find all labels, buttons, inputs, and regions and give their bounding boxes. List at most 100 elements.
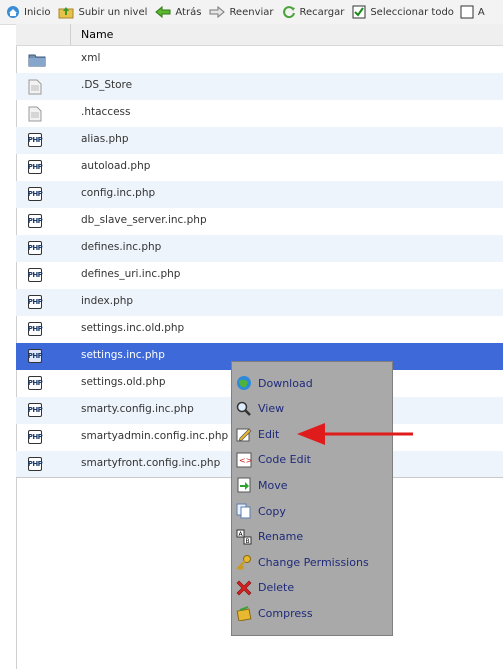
svg-text:B: B	[246, 538, 250, 545]
up-level-button[interactable]: Subir un nivel	[58, 5, 147, 19]
php-file-icon: PHP	[28, 403, 43, 417]
table-row[interactable]: xml	[16, 46, 503, 73]
forward-label: Reenviar	[229, 6, 274, 18]
php-badge: PHP	[28, 241, 43, 255]
folder-icon	[28, 52, 46, 71]
table-row[interactable]: PHP autoload.php	[16, 154, 503, 181]
php-badge: PHP	[28, 295, 43, 309]
menu-item-delete[interactable]: Delete	[234, 577, 390, 599]
php-badge: PHP	[28, 214, 43, 228]
file-name: .DS_Store	[81, 79, 133, 91]
home-icon	[7, 6, 19, 18]
php-file-icon: PHP	[28, 214, 43, 228]
php-file-icon: PHP	[28, 268, 43, 282]
table-row[interactable]: PHP config.inc.php	[16, 181, 503, 208]
forward-button[interactable]: Reenviar	[209, 6, 274, 18]
forward-arrow-icon	[209, 6, 226, 18]
table-header: Name	[16, 24, 503, 46]
file-name: alias.php	[81, 133, 129, 145]
file-name: smartyfront.config.inc.php	[81, 457, 221, 469]
php-file-icon: PHP	[28, 241, 43, 255]
file-name: config.inc.php	[81, 187, 156, 199]
download-icon	[234, 373, 254, 393]
select-all-label: Seleccionar todo	[370, 6, 454, 18]
home-label: Inicio	[24, 6, 51, 18]
menu-item-label: Edit	[258, 427, 280, 441]
compress-icon	[234, 603, 254, 623]
menu-item-label: Code Edit	[258, 453, 311, 467]
file-name: .htaccess	[81, 106, 131, 118]
edit-icon	[234, 424, 254, 444]
php-file-icon: PHP	[28, 349, 43, 363]
home-button[interactable]: Inicio	[6, 5, 50, 19]
back-arrow-icon	[155, 6, 171, 18]
key-icon	[234, 552, 254, 572]
file-name: smartyadmin.config.inc.php	[81, 430, 229, 442]
menu-item-label: View	[258, 402, 285, 416]
toolbar: Inicio Subir un nivel Atrás Reenviar Rec…	[0, 0, 503, 25]
reload-label: Recargar	[299, 6, 345, 18]
rename-icon: AB	[234, 527, 254, 547]
annotation-arrow-icon	[297, 423, 413, 445]
menu-item-label: Compress	[258, 606, 313, 620]
file-name: settings.inc.old.php	[81, 322, 185, 334]
php-badge: PHP	[28, 349, 43, 363]
table-row[interactable]: PHP settings.inc.old.php	[16, 316, 503, 343]
menu-item-code-edit[interactable]: <> Code Edit	[234, 449, 390, 471]
menu-item-move[interactable]: Move	[234, 474, 390, 496]
reload-button[interactable]: Recargar	[282, 5, 345, 19]
delete-icon	[234, 578, 254, 598]
file-name: autoload.php	[81, 160, 151, 172]
up-level-label: Subir un nivel	[78, 6, 148, 18]
php-badge: PHP	[28, 430, 43, 444]
php-badge: PHP	[28, 457, 43, 471]
file-name: settings.old.php	[81, 376, 166, 388]
folder-up-icon	[58, 7, 74, 19]
menu-item-download[interactable]: Download	[234, 372, 390, 394]
file-name: smarty.config.inc.php	[81, 403, 194, 415]
menu-item-change-permissions[interactable]: Change Permissions	[234, 551, 390, 573]
checkbox-icon	[352, 5, 366, 19]
file-name: xml	[81, 52, 101, 64]
php-badge: PHP	[28, 268, 43, 282]
menu-item-label: Delete	[258, 581, 295, 595]
select-all-button[interactable]: Seleccionar todo	[352, 5, 454, 19]
table-row[interactable]: .htaccess	[16, 100, 503, 127]
table-row[interactable]: .DS_Store	[16, 73, 503, 100]
file-icon	[28, 79, 42, 99]
php-file-icon: PHP	[28, 376, 43, 390]
reload-icon	[282, 6, 295, 19]
empty-checkbox-icon	[460, 5, 474, 19]
menu-item-copy[interactable]: Copy	[234, 500, 390, 522]
php-badge: PHP	[28, 376, 43, 390]
menu-item-label: Change Permissions	[258, 555, 369, 569]
truncated-toolbar-button[interactable]: A	[460, 5, 485, 19]
table-row[interactable]: PHP db_slave_server.inc.php	[16, 208, 503, 235]
table-row[interactable]: PHP defines.inc.php	[16, 235, 503, 262]
table-row[interactable]: PHP defines_uri.inc.php	[16, 262, 503, 289]
php-file-icon: PHP	[28, 430, 43, 444]
php-badge: PHP	[28, 322, 43, 336]
menu-item-label: Move	[258, 478, 288, 492]
move-icon	[234, 475, 254, 495]
php-file-icon: PHP	[28, 322, 43, 336]
column-header-name[interactable]: Name	[81, 28, 113, 41]
copy-icon	[234, 501, 254, 521]
table-row[interactable]: PHP index.php	[16, 289, 503, 316]
php-badge: PHP	[28, 187, 43, 201]
header-divider	[70, 24, 71, 45]
menu-item-rename[interactable]: A B Rename	[234, 526, 390, 548]
php-file-icon: PHP	[28, 295, 43, 309]
file-name: db_slave_server.inc.php	[81, 214, 207, 226]
table-row[interactable]: PHP alias.php	[16, 127, 503, 154]
svg-text:<>: <>	[239, 456, 252, 465]
back-button[interactable]: Atrás	[155, 6, 201, 18]
magnifier-icon	[234, 399, 254, 419]
menu-item-view[interactable]: View	[234, 398, 390, 420]
menu-item-label: Copy	[258, 504, 286, 518]
context-menu: Download View Edit <> Code Edit Move Copy A B Ren…	[231, 361, 393, 636]
file-name: settings.inc.php	[81, 349, 165, 361]
menu-item-compress[interactable]: Compress	[234, 602, 390, 624]
php-badge: PHP	[28, 133, 43, 147]
php-badge: PHP	[28, 160, 43, 174]
